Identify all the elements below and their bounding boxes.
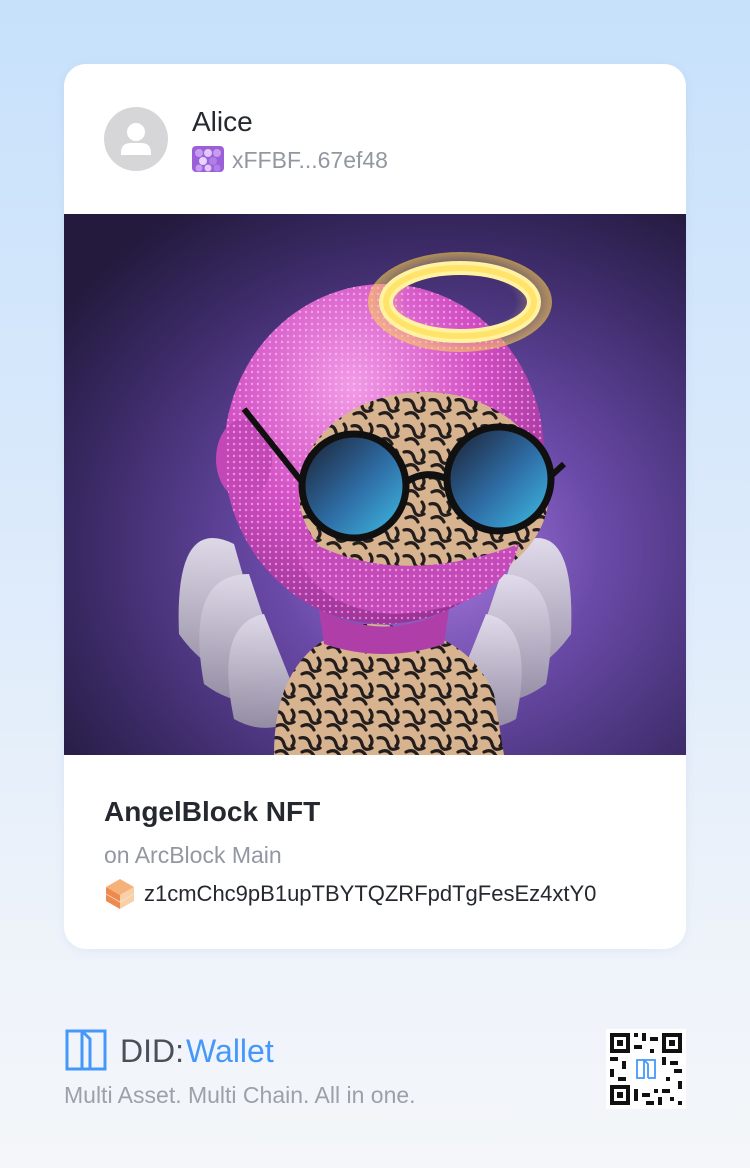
brand-tagline: Multi Asset. Multi Chain. All in one. [64, 1082, 416, 1108]
brand-wallet-text: Wallet [186, 1033, 274, 1069]
nft-card: Alice xFFBF...67ef48 AngelBlock NFT on A… [64, 64, 686, 949]
nft-chain: on ArcBlock Main [104, 842, 282, 868]
owner-name: Alice [192, 106, 253, 137]
did-address-icon [192, 146, 224, 172]
nft-name: AngelBlock NFT [104, 796, 321, 827]
did-wallet-brand[interactable]: DID: Wallet [64, 1028, 364, 1078]
user-avatar-icon[interactable] [104, 107, 168, 171]
did-wallet-logo-icon [64, 1028, 108, 1072]
brand-did-text: DID: [120, 1033, 184, 1069]
nft-image[interactable] [64, 214, 686, 755]
qr-code-icon[interactable] [606, 1029, 686, 1109]
asset-address: z1cmChc9pB1upTBYTQZRFpdTgFesEz4xtY0 [144, 881, 597, 906]
owner-header: Alice xFFBF...67ef48 [64, 64, 686, 214]
cube-icon [104, 878, 136, 910]
owner-address: xFFBF...67ef48 [232, 147, 388, 173]
